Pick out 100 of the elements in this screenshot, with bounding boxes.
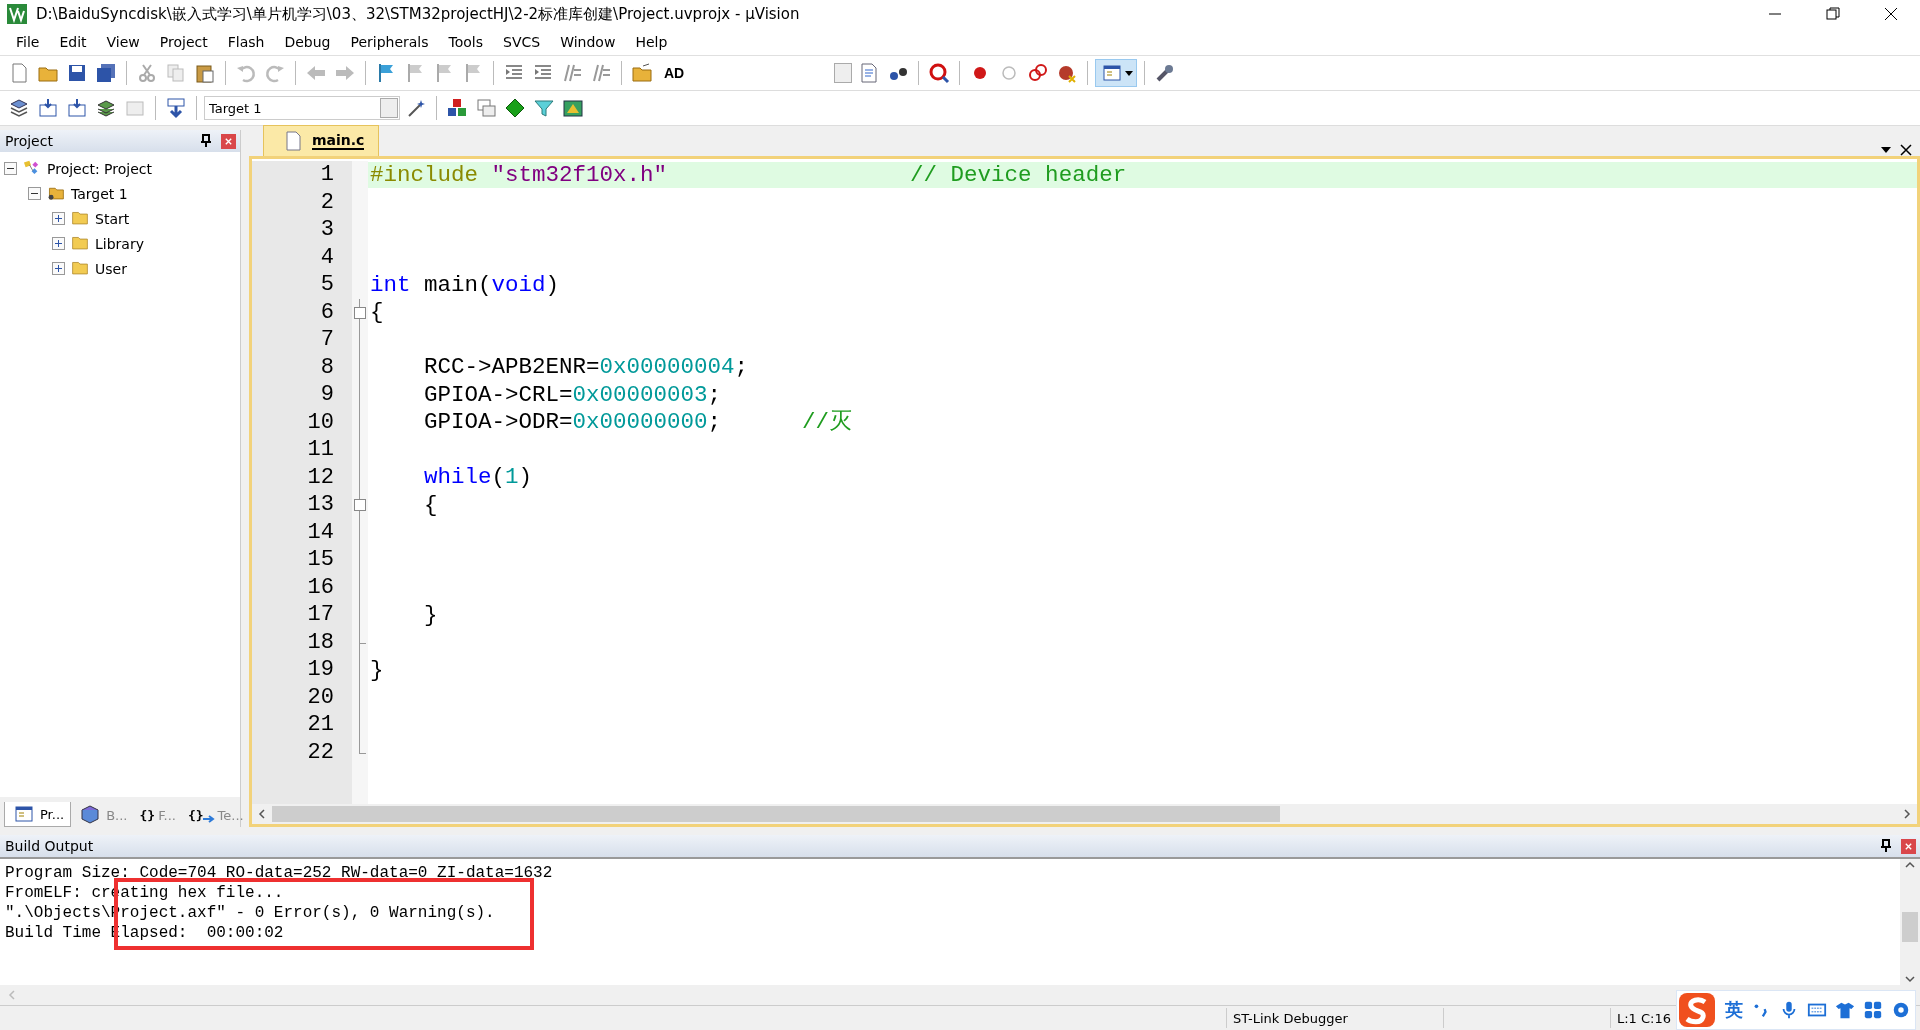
scroll-down-icon[interactable] xyxy=(1904,973,1916,985)
menu-item[interactable]: File xyxy=(8,31,48,52)
panel-tab[interactable]: Pr... xyxy=(4,802,72,827)
line-number: 19 xyxy=(307,657,334,683)
close-button[interactable] xyxy=(1901,838,1916,854)
code-line: RCC->APB2ENR=0x00000004; xyxy=(423,354,749,381)
line-number: 8 xyxy=(320,354,334,380)
line-number: 9 xyxy=(320,382,334,408)
window-dropdown-button[interactable] xyxy=(1095,59,1137,87)
line-number: 14 xyxy=(307,519,334,545)
tree-item[interactable]: User xyxy=(95,260,127,277)
scroll-left-icon[interactable] xyxy=(256,808,268,820)
plus-icon xyxy=(54,214,63,223)
code-line: GPIOA->CRL=0x00000003; xyxy=(423,381,722,408)
line-number: 18 xyxy=(307,629,334,655)
menu-item[interactable]: Flash xyxy=(219,31,273,52)
combo-text: AD xyxy=(663,65,686,81)
close-icon xyxy=(1904,841,1913,851)
close-button[interactable] xyxy=(221,133,236,149)
expand-toggle[interactable] xyxy=(52,262,65,275)
tree-item[interactable]: Library xyxy=(95,235,144,252)
output-line: Program Size: Code=704 RO-data=252 RW-data=0 ZI-data=1632 xyxy=(5,863,554,883)
line-number: 11 xyxy=(307,437,334,463)
code-line: } xyxy=(423,601,438,628)
line-number: 15 xyxy=(307,547,334,573)
line-number: 3 xyxy=(320,217,334,243)
code-line: int main(void) xyxy=(370,271,560,298)
menu-item[interactable]: Edit xyxy=(51,31,95,52)
line-number: 4 xyxy=(320,244,334,270)
panel-tab[interactable]: {} F... xyxy=(133,803,182,827)
braces-glyph: {} xyxy=(139,807,156,823)
menu-item[interactable]: SVCS xyxy=(495,31,549,52)
plus-icon xyxy=(54,264,63,273)
line-number: 10 xyxy=(307,409,334,435)
pin-icon[interactable] xyxy=(199,134,213,148)
line-number: 17 xyxy=(307,602,334,628)
scrollbar-thumb[interactable] xyxy=(1902,911,1918,943)
file-tab[interactable]: main.c xyxy=(263,125,380,156)
window-title: D:\BaiduSyncdisk\嵌入式学习\单片机学习\03、32\STM32projectHJ\2-2标准库创建\Project.uvprojx - µVision xyxy=(36,4,801,24)
line-number: 22 xyxy=(307,739,334,765)
code-line: { xyxy=(370,299,384,326)
scroll-right-icon[interactable] xyxy=(1901,808,1913,820)
cursor-position: L:1 C:16 xyxy=(1617,1010,1672,1026)
dropdown-value: Target 1 xyxy=(209,100,262,116)
collapse-toggle[interactable] xyxy=(28,187,41,200)
menu-item[interactable]: Tools xyxy=(440,31,492,52)
collapse-toggle[interactable] xyxy=(4,162,17,175)
close-icon[interactable] xyxy=(1900,144,1912,156)
menu-item[interactable]: Debug xyxy=(276,31,339,52)
menu-item[interactable]: Window xyxy=(552,31,624,52)
tree-item[interactable]: Project: Project xyxy=(47,160,152,177)
code-line: } xyxy=(370,656,384,683)
panel-title: Build Output xyxy=(5,838,95,854)
restore-icon[interactable] xyxy=(1826,7,1840,21)
plus-icon xyxy=(54,239,63,248)
tree-item[interactable]: Target 1 xyxy=(71,185,128,202)
code-line: while(1) xyxy=(423,464,533,491)
braces-glyph: {} xyxy=(187,807,204,823)
tree-item[interactable]: Start xyxy=(95,210,130,227)
line-number: 2 xyxy=(320,189,334,215)
folder-icon xyxy=(69,209,91,228)
ime-logo-icon[interactable] xyxy=(1677,991,1717,1029)
grid-icon[interactable] xyxy=(1863,1000,1883,1020)
menu-item[interactable]: Help xyxy=(627,31,676,52)
code-line: GPIOA->ODR=0x00000000; //灭 xyxy=(423,409,853,436)
expand-toggle[interactable] xyxy=(52,237,65,250)
pin-icon[interactable] xyxy=(1879,839,1893,853)
line-number: 6 xyxy=(320,299,334,325)
line-number: 1 xyxy=(320,162,334,188)
code-line: { xyxy=(423,491,438,518)
tab-label: F... xyxy=(158,807,176,823)
folder-icon xyxy=(69,259,91,278)
tab-label: B... xyxy=(106,807,128,823)
input-mode-toggle[interactable]: 英 xyxy=(1725,998,1743,1022)
scrollbar-thumb[interactable] xyxy=(272,806,1280,822)
caret-icon xyxy=(1125,69,1133,77)
line-number: 12 xyxy=(307,464,334,490)
status-text: ST-Link Debugger xyxy=(1233,1010,1348,1026)
shirt-icon[interactable] xyxy=(1835,1000,1855,1020)
menu-item[interactable]: Peripherals xyxy=(342,31,437,52)
line-number: 16 xyxy=(307,574,334,600)
tab-label: Pr... xyxy=(40,806,65,822)
line-number: 5 xyxy=(320,272,334,298)
menu-item[interactable]: Project xyxy=(151,31,216,52)
panel-tab[interactable]: {} Te... xyxy=(181,803,250,827)
folder-icon xyxy=(69,234,91,253)
close-icon xyxy=(224,136,233,146)
line-number: 20 xyxy=(307,684,334,710)
code-line: #include "stm32f10x.h" // Device header xyxy=(370,161,1127,188)
fold-toggle[interactable] xyxy=(354,306,366,319)
target-dropdown[interactable]: Target 1 xyxy=(204,96,400,120)
arrow-icon xyxy=(202,815,215,823)
fold-toggle[interactable] xyxy=(354,499,366,511)
expand-toggle[interactable] xyxy=(52,212,65,225)
line-number: 13 xyxy=(307,492,334,518)
line-number: 7 xyxy=(320,327,334,353)
menu-item[interactable]: View xyxy=(98,31,148,52)
panel-title: Project xyxy=(5,133,54,149)
close-icon[interactable] xyxy=(1884,7,1898,21)
line-number: 21 xyxy=(307,712,334,738)
